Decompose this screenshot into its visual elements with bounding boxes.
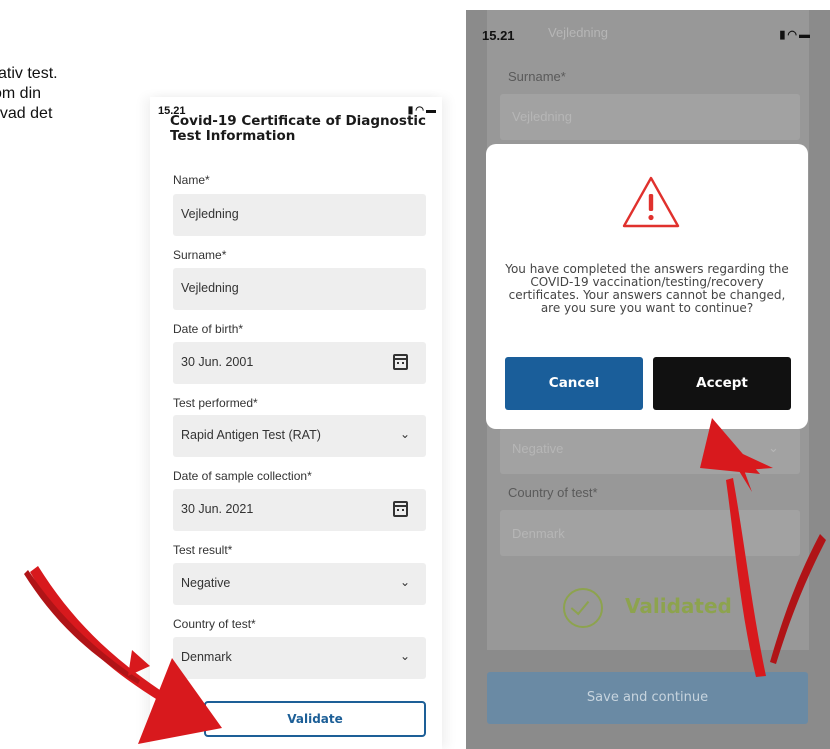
dimmed-surname-value: Vejledning: [512, 109, 572, 124]
instruction-line-2: om din: [0, 85, 42, 102]
instruction-text: ativ test. om din hvad det: [0, 64, 150, 124]
dob-label: Date of birth*: [173, 322, 244, 336]
dimmed-country-value: Denmark: [512, 526, 565, 541]
test-result-value: Negative: [181, 576, 231, 590]
warning-triangle-icon: [622, 176, 680, 228]
status-time: 15.21: [482, 28, 515, 43]
test-performed-select[interactable]: Rapid Antigen Test (RAT) ⌄: [173, 415, 426, 457]
calendar-icon[interactable]: [393, 354, 408, 370]
name-field[interactable]: Vejledning: [173, 194, 426, 236]
test-performed-value: Rapid Antigen Test (RAT): [181, 428, 321, 442]
dob-field[interactable]: 30 Jun. 2001: [173, 342, 426, 384]
save-and-continue-button[interactable]: Save and continue: [487, 672, 808, 724]
sample-date-value: 30 Jun. 2021: [181, 502, 254, 516]
test-result-label: Test result*: [173, 543, 233, 557]
country-label: Country of test*: [173, 617, 256, 631]
dialog-message: You have completed the answers regarding…: [505, 262, 789, 315]
instruction-line-1: ativ test.: [0, 65, 58, 82]
chevron-down-icon: ⌄: [399, 575, 410, 589]
dob-value: 30 Jun. 2001: [181, 355, 254, 369]
form-screen: 15.21 ▮◠▬ Covid-19 Certificate of Diagno…: [150, 97, 442, 749]
sample-date-field[interactable]: 30 Jun. 2021: [173, 489, 426, 531]
dimmed-country-label: Country of test*: [508, 485, 598, 500]
cancel-button[interactable]: Cancel: [505, 357, 643, 410]
surname-value: Vejledning: [181, 281, 239, 295]
validated-status: Validated: [563, 588, 763, 628]
wifi-icon: ◠: [787, 29, 799, 41]
calendar-icon[interactable]: [393, 501, 408, 517]
dimmed-surname-field: Vejledning: [500, 94, 800, 140]
test-result-select[interactable]: Negative ⌄: [173, 563, 426, 605]
dimmed-surname-label: Surname*: [508, 69, 566, 84]
status-bar: 15.21 ▮◠▬: [482, 28, 812, 46]
chevron-down-icon: ⌄: [399, 649, 410, 663]
chevron-down-icon: ⌄: [768, 440, 779, 455]
validate-button[interactable]: Validate: [204, 701, 426, 737]
dimmed-top-value: Vejledning: [548, 25, 608, 40]
instruction-line-3: hvad det: [0, 105, 53, 122]
sample-date-label: Date of sample collection*: [173, 469, 312, 483]
confirm-screen: 15.21 ▮◠▬ Vejledning Surname* Vejledning…: [466, 10, 830, 749]
dimmed-result-field: Negative ⌄: [500, 428, 800, 474]
surname-field[interactable]: Vejledning: [173, 268, 426, 310]
status-icons: ▮◠▬: [779, 28, 812, 41]
name-value: Vejledning: [181, 207, 239, 221]
accept-button[interactable]: Accept: [653, 357, 791, 410]
dimmed-result-value: Negative: [512, 441, 564, 456]
dimmed-country-field: Denmark: [500, 510, 800, 556]
validated-label: Validated: [625, 594, 732, 618]
country-select[interactable]: Denmark ⌄: [173, 637, 426, 679]
confirm-dialog: You have completed the answers regarding…: [486, 144, 808, 429]
page-title: Covid-19 Certificate of Diagnostic Test …: [170, 113, 427, 144]
name-label: Name*: [173, 173, 210, 187]
chevron-down-icon: ⌄: [399, 427, 410, 441]
test-performed-label: Test performed*: [173, 396, 258, 410]
battery-icon: ▬: [799, 29, 812, 41]
country-value: Denmark: [181, 650, 232, 664]
surname-label: Surname*: [173, 248, 227, 262]
